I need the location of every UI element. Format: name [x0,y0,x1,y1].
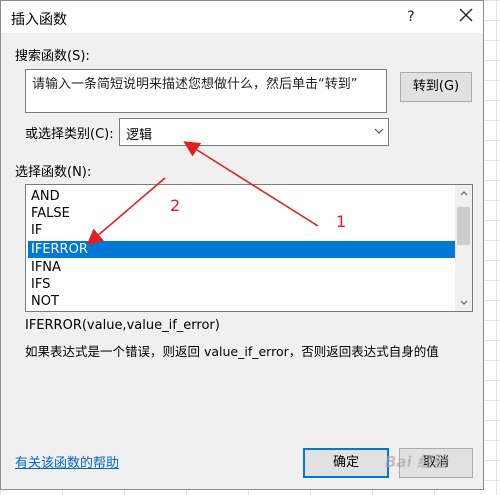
close-button[interactable] [449,5,483,29]
category-select[interactable]: 逻辑 [119,118,389,146]
function-item-not[interactable]: NOT [28,293,462,310]
dropdown-arrow[interactable] [369,119,388,145]
function-description: 如果表达式是一个错误，则返回 value_if_error，否则返回表达式自身的… [25,344,439,359]
insert-function-dialog: 插入函数 ? 搜索函数(S): 请输入一条简短说明来描述您想做什么，然后单击“转… [0,0,484,490]
function-item-false[interactable]: FALSE [28,205,462,222]
function-list-label: 选择函数(N): [15,165,92,180]
watermark: Bai 经验 [385,453,447,471]
function-list[interactable]: AND FALSE IF IFERROR IFNA IFS NOT [25,184,473,312]
close-icon [459,8,473,22]
function-item-ifs[interactable]: IFS [28,276,462,293]
search-input[interactable]: 请输入一条简短说明来描述您想做什么，然后单击“转到” [25,69,387,113]
category-label: 或选择类别(C): [25,127,114,142]
go-button[interactable]: 转到(G) [400,72,472,102]
ok-button[interactable]: 确定 [303,448,389,478]
title-bar: 插入函数 ? [1,1,483,33]
chevron-down-icon [460,300,467,305]
function-item-ifna[interactable]: IFNA [28,259,462,276]
scroll-down-button[interactable] [455,294,472,311]
function-help-link[interactable]: 有关该函数的帮助 [15,452,119,471]
help-button[interactable]: ? [394,5,428,29]
function-item-if[interactable]: IF [28,222,462,239]
function-item-iferror[interactable]: IFERROR [28,241,462,258]
dialog-title: 插入函数 [11,12,67,28]
chevron-down-icon [374,128,384,134]
search-label: 搜索函数(S): [15,49,90,64]
function-signature: IFERROR(value,value_if_error) [25,318,220,333]
category-selected-value: 逻辑 [126,128,153,143]
function-item-and[interactable]: AND [28,188,462,205]
annotation-label-1: 1 [336,212,347,231]
scroll-up-button[interactable] [455,185,472,202]
chevron-up-icon [460,191,467,196]
annotation-label-2: 2 [170,196,181,215]
list-scrollbar[interactable] [455,185,472,311]
scroll-thumb[interactable] [457,207,470,245]
